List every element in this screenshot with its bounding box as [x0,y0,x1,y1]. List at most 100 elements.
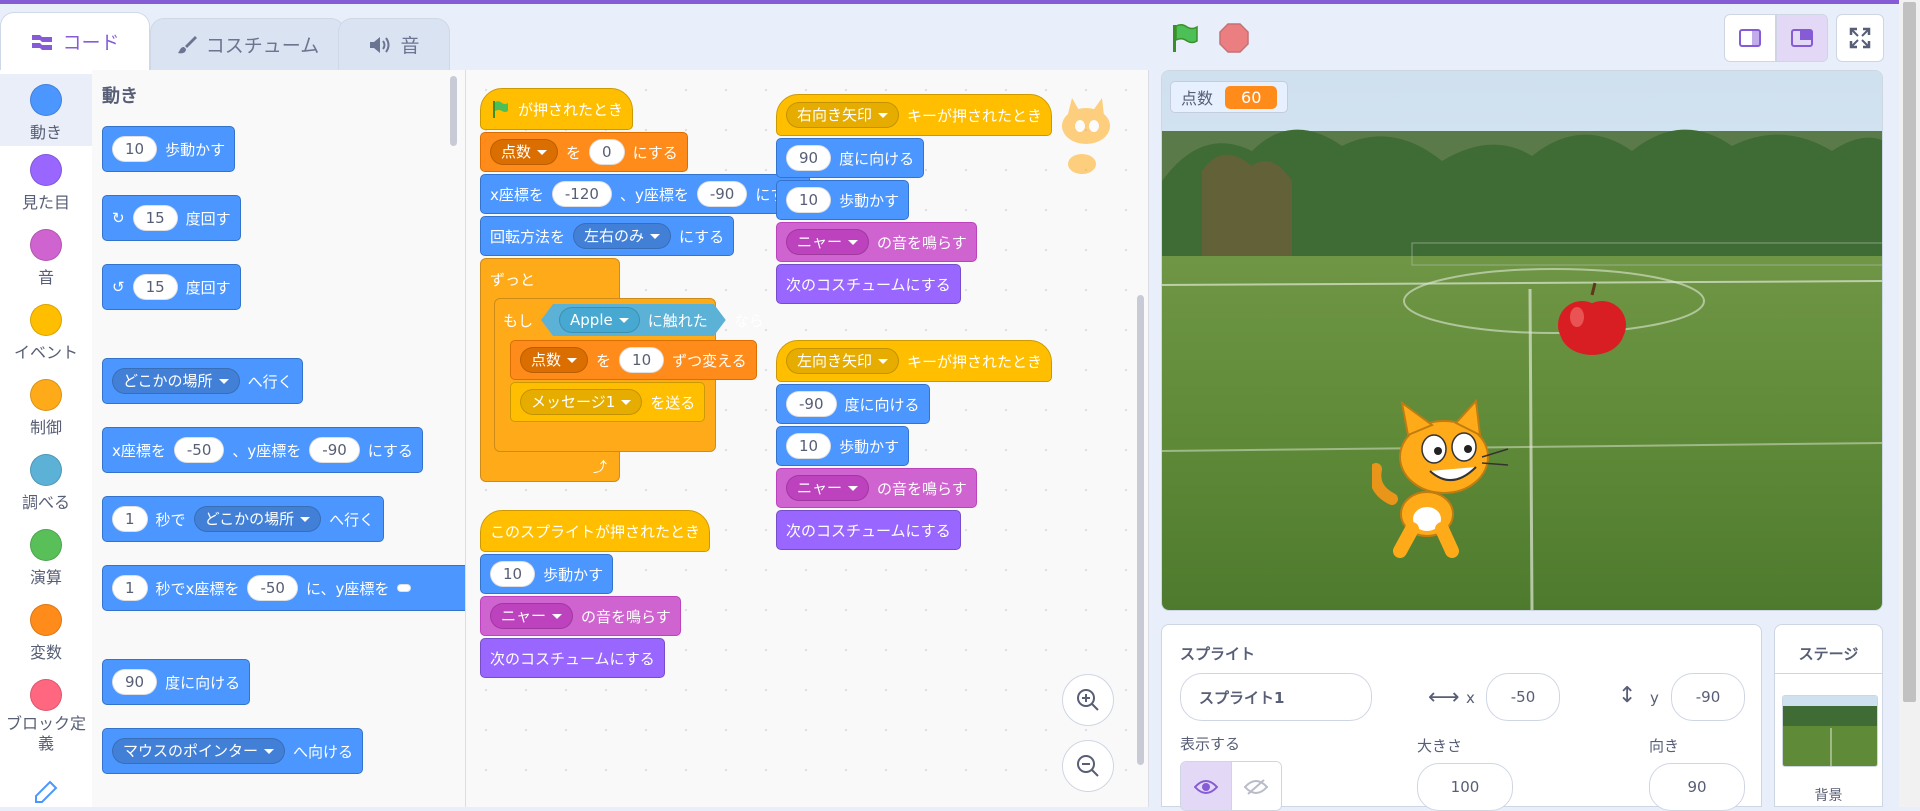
block-point-direction[interactable]: -90 度に向ける [776,384,930,424]
events-category-icon [30,304,62,336]
green-flag-icon [1173,23,1198,52]
block-broadcast[interactable]: メッセージ1 を送る [510,382,706,422]
tab-costume-label: コスチューム [205,35,320,57]
palette-scrollbar[interactable] [450,76,457,146]
sound-category-icon [30,229,62,261]
sprite-direction-input[interactable]: 90 [1649,763,1745,811]
tab-sound-label: 音 [400,35,420,57]
looks-category-icon [30,154,62,186]
score-monitor[interactable]: 点数 60 [1170,81,1289,113]
page-scrollbar[interactable] [1899,0,1920,807]
block-move-steps[interactable]: 10 歩動かす [776,180,910,220]
block-play-sound[interactable]: ニャー の音を鳴らす [776,468,977,508]
block-play-sound[interactable]: ニャー の音を鳴らす [776,222,977,262]
block-glide[interactable]: 1 秒で どこかの場所 へ行く [102,496,385,542]
direction-label: 向き [1649,737,1680,755]
large-stage-button[interactable] [1776,14,1828,62]
category-motion[interactable]: 動き [0,74,92,146]
block-palette: 動き 10 歩動かす ↻ 15 度回す ↺ 15 度回す どこかの場所 へ行く x座標を -5… [92,70,466,807]
palette-heading: 動き [102,86,138,107]
current-sprite-watermark [1046,96,1122,180]
block-move-steps[interactable]: 10 歩動かす [102,126,236,172]
block-move-steps[interactable]: 10 歩動かす [776,426,910,466]
block-set-rotation-style[interactable]: 回転方法を 左右のみ にする [480,216,735,256]
loop-arrow-icon: ⤴ [593,460,607,476]
block-glide-xy[interactable]: 1 秒でx座標を -50 に、y座標を [102,565,465,611]
block-point-direction[interactable]: 90 度に向ける [776,138,925,178]
green-flag-button[interactable] [1166,20,1202,56]
block-change-variable[interactable]: 点数を 10 ずつ変える [510,340,757,380]
page-scrollbar-thumb[interactable] [1903,2,1916,702]
score-monitor-value: 60 [1225,85,1278,109]
top-accent-bar [0,0,1920,4]
tab-code[interactable]: コード [0,12,150,70]
workspace-vertical-scrollbar[interactable] [1137,295,1144,765]
category-operators[interactable]: 演算 [0,529,92,588]
speaker-icon [370,36,390,53]
block-goto-xy[interactable]: x座標を-120、y座標を-90にする [480,174,811,214]
tab-code-label: コード [62,32,120,54]
stage-canvas[interactable]: 点数 60 [1161,70,1883,611]
block-play-sound[interactable]: ニャー の音を鳴らす [480,596,681,636]
tab-costume[interactable]: コスチューム [150,18,345,70]
sprite-size-input[interactable]: 100 [1417,763,1513,811]
category-control[interactable]: 制御 [0,379,92,438]
block-move-steps[interactable]: 10 歩動かす [480,554,614,594]
sprite-info-panel: スプライト スプライト1 ⟷ x -50 ↕ y -90 表示する 大きさ 10… [1161,624,1762,811]
block-goto[interactable]: どこかの場所 へ行く [102,358,303,404]
block-touching[interactable]: Apple に触れた [541,304,726,336]
tab-sound[interactable]: 音 [338,18,450,70]
block-when-flag-clicked[interactable]: が押されたとき [480,88,634,130]
sprite-x-input[interactable]: -50 [1486,673,1560,721]
category-myblocks[interactable]: ブロック定義 [0,679,92,754]
fullscreen-icon [1849,27,1871,49]
horizontal-arrow-icon: ⟷ [1428,685,1460,710]
block-next-costume[interactable]: 次のコスチュームにする [480,638,665,678]
category-sound[interactable]: 音 [0,229,92,288]
paintbrush-icon [177,35,197,53]
block-turn-left[interactable]: ↺ 15 度回す [102,264,241,310]
sprite-y-input[interactable]: -90 [1671,673,1745,721]
stop-button[interactable] [1216,20,1252,56]
vertical-arrow-icon: ↕ [1618,683,1637,708]
block-goto-xy[interactable]: x座標を -50 、y座標を -90 にする [102,427,423,473]
zoom-in-button[interactable] [1062,674,1114,726]
zoom-out-button[interactable] [1062,740,1114,792]
sprite-name-input[interactable]: スプライト1 [1180,673,1372,721]
category-sensing[interactable]: 調べる [0,454,92,513]
apple-sprite[interactable] [1555,281,1629,357]
block-when-key-pressed-right[interactable]: 右向き矢印 キーが押されたとき [776,94,1053,136]
extension-pen-icon[interactable] [32,780,58,810]
small-stage-button[interactable] [1724,14,1776,62]
sensing-category-icon [30,454,62,486]
block-point-towards[interactable]: マウスのポインター へ向ける [102,728,364,774]
block-turn-right[interactable]: ↻ 15 度回す [102,195,241,241]
block-set-variable[interactable]: 点数を 0 にする [480,132,688,172]
code-icon [32,34,53,50]
zoom-out-icon [1077,755,1099,777]
block-next-costume[interactable]: 次のコスチュームにする [776,510,961,550]
category-events[interactable]: イベント [0,304,92,363]
show-button[interactable] [1181,762,1231,810]
block-next-costume[interactable]: 次のコスチュームにする [776,264,961,304]
backdrop-thumbnail[interactable] [1782,695,1878,767]
block-point-direction[interactable]: 90 度に向ける [102,659,251,705]
category-looks[interactable]: 見た目 [0,154,92,213]
eye-slash-icon [1244,779,1269,795]
visibility-toggle [1180,761,1282,811]
hide-button[interactable] [1230,762,1281,810]
category-variables[interactable]: 変数 [0,604,92,663]
block-when-key-pressed-left[interactable]: 左向き矢印 キーが押されたとき [776,340,1053,382]
score-monitor-label: 点数 [1181,89,1214,108]
code-workspace[interactable]: が押されたとき 点数を0にする x座標を-120、y座標を-90にする 回転方法… [466,70,1149,807]
show-label: 表示する [1180,735,1241,753]
stage-selector-panel[interactable]: ステージ 背景 [1774,624,1883,807]
rotate-right-icon: ↻ [112,209,125,227]
glide-y-input[interactable] [397,584,412,592]
block-when-sprite-clicked[interactable]: このスプライトが押されたとき [480,510,711,552]
sprite-info-title: スプライト [1180,645,1256,663]
fullscreen-button[interactable] [1836,14,1884,62]
eye-icon [1193,780,1218,794]
cat-sprite[interactable] [1372,399,1512,559]
rotate-left-icon: ↺ [112,278,125,296]
